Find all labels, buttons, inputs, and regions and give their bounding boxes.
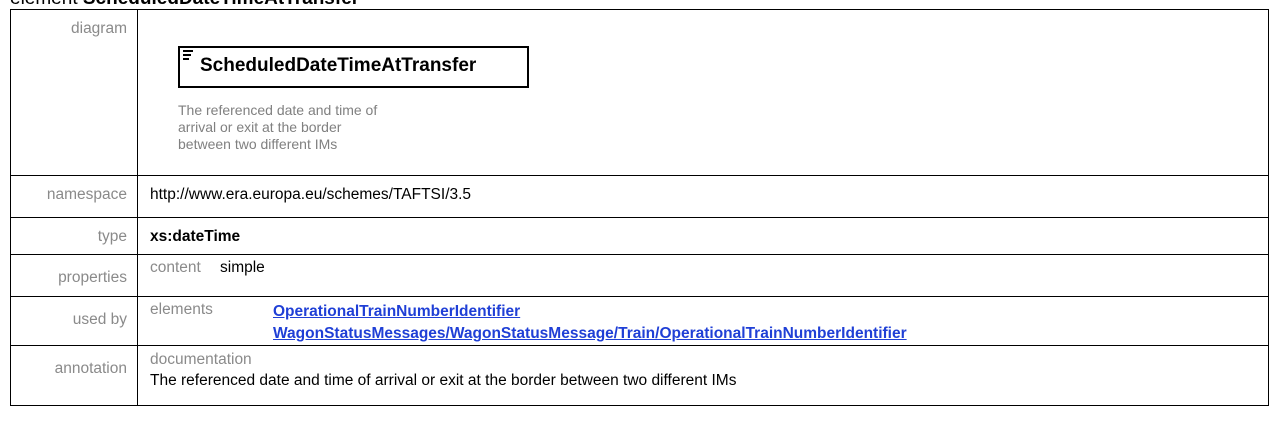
property-value: simple — [220, 259, 265, 276]
namespace-label: namespace — [10, 175, 138, 218]
used-by-label: used by — [10, 296, 138, 346]
annotation-doc-text: The referenced date and time of arrival … — [150, 372, 737, 389]
properties-label: properties — [10, 254, 138, 297]
annotation-row: annotation documentation The referenced … — [10, 345, 1269, 406]
used-by-links: OperationalTrainNumberIdentifier WagonSt… — [273, 301, 907, 345]
link-operational-train-number-identifier[interactable]: OperationalTrainNumberIdentifier — [273, 301, 907, 323]
documentation-lines-icon — [183, 50, 193, 62]
annotation-cell: documentation The referenced date and ti… — [137, 345, 1269, 406]
type-label: type — [10, 217, 138, 255]
namespace-value: http://www.era.europa.eu/schemes/TAFTSI/… — [137, 175, 1269, 218]
heading-element-name: ScheduledDateTimeAtTransfer — [83, 0, 359, 9]
used-by-cell: elements OperationalTrainNumberIdentifie… — [137, 296, 1269, 346]
type-row: type xs:dateTime — [10, 217, 1269, 255]
diagram-cell: ScheduledDateTimeAtTransfer The referenc… — [137, 9, 1269, 176]
used-by-key: elements — [150, 301, 213, 318]
property-key: content — [150, 259, 201, 276]
diagram-documentation: The referenced date and time of arrival … — [178, 102, 378, 152]
element-properties-table: diagram ScheduledDateTimeAtTransfer The … — [10, 9, 1269, 406]
annotation-doc-title: documentation — [150, 351, 252, 368]
property-content: content simple — [150, 259, 1268, 277]
used-by-elements: elements OperationalTrainNumberIdentifie… — [150, 301, 1268, 345]
namespace-row: namespace http://www.era.europa.eu/schem… — [10, 175, 1269, 218]
diagram-element-name: ScheduledDateTimeAtTransfer — [200, 55, 477, 76]
element-box[interactable]: ScheduledDateTimeAtTransfer — [178, 46, 536, 95]
used-by-row: used by elements OperationalTrainNumberI… — [10, 296, 1269, 346]
link-wagon-status-operational-train-number-identifier[interactable]: WagonStatusMessages/WagonStatusMessage/T… — [273, 323, 907, 345]
diagram-row: diagram ScheduledDateTimeAtTransfer The … — [10, 9, 1269, 176]
heading-prefix: element — [10, 0, 83, 9]
properties-cell: content simple — [137, 254, 1269, 297]
annotation-label: annotation — [10, 345, 138, 406]
type-value: xs:dateTime — [137, 217, 1269, 255]
diagram-label: diagram — [10, 9, 138, 176]
properties-row: properties content simple — [10, 254, 1269, 297]
